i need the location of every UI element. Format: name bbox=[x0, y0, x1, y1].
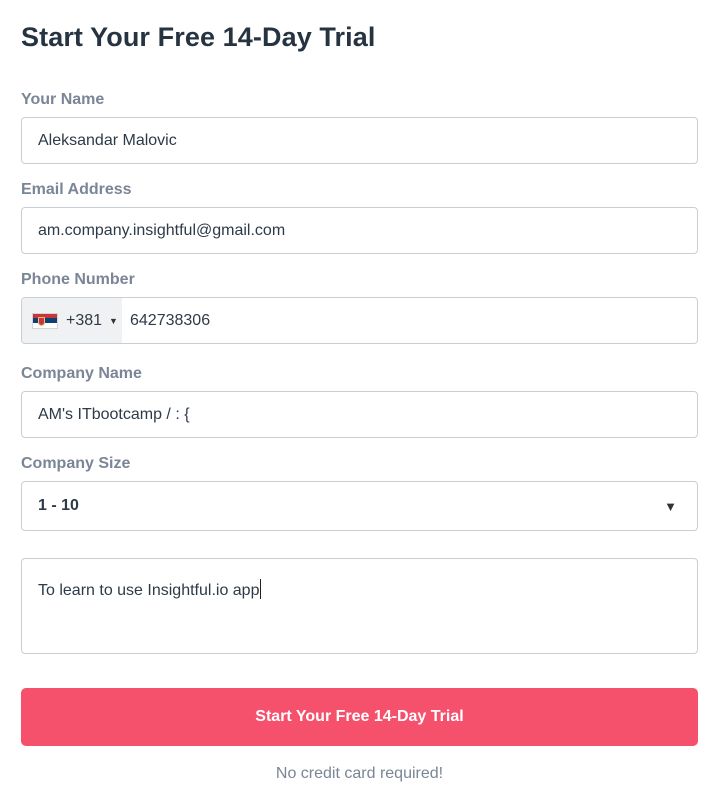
name-field[interactable]: Aleksandar Malovic bbox=[21, 117, 698, 164]
name-label: Your Name bbox=[21, 91, 105, 108]
email-field[interactable]: am.company.insightful@gmail.com bbox=[21, 207, 698, 254]
chevron-down-icon: ▼ bbox=[664, 498, 677, 514]
phone-input[interactable]: 642738306 bbox=[122, 312, 210, 330]
company-size-value: 1 - 10 bbox=[38, 497, 79, 514]
no-credit-card-note: No credit card required! bbox=[275, 765, 444, 782]
company-field[interactable]: AM's ITbootcamp / : { bbox=[21, 391, 698, 438]
serbia-flag-icon bbox=[32, 312, 58, 329]
message-textarea[interactable]: To learn to use Insightful.io app bbox=[21, 558, 698, 654]
name-value: Aleksandar Malovic bbox=[38, 131, 177, 149]
company-label: Company Name bbox=[21, 365, 142, 382]
phone-label: Phone Number bbox=[21, 271, 135, 288]
dial-code: +381 bbox=[66, 311, 103, 329]
trial-signup-form: Start Your Free 14-Day Trial Your Name A… bbox=[0, 0, 717, 792]
email-label: Email Address bbox=[21, 181, 132, 198]
company-size-select[interactable]: 1 - 10 ▼ bbox=[21, 481, 698, 531]
message-value: To learn to use Insightful.io app bbox=[38, 582, 260, 599]
form-title: Start Your Free 14-Day Trial bbox=[21, 22, 376, 52]
email-value: am.company.insightful@gmail.com bbox=[38, 221, 286, 239]
country-code-selector[interactable]: +381 ▼ bbox=[22, 298, 122, 343]
phone-field: +381 ▼ 642738306 bbox=[21, 297, 698, 344]
caret-down-icon: ▼ bbox=[109, 315, 118, 326]
text-cursor bbox=[260, 579, 262, 599]
company-value: AM's ITbootcamp / : { bbox=[38, 405, 190, 423]
company-size-label: Company Size bbox=[21, 455, 131, 472]
start-trial-button[interactable]: Start Your Free 14-Day Trial bbox=[21, 688, 698, 746]
